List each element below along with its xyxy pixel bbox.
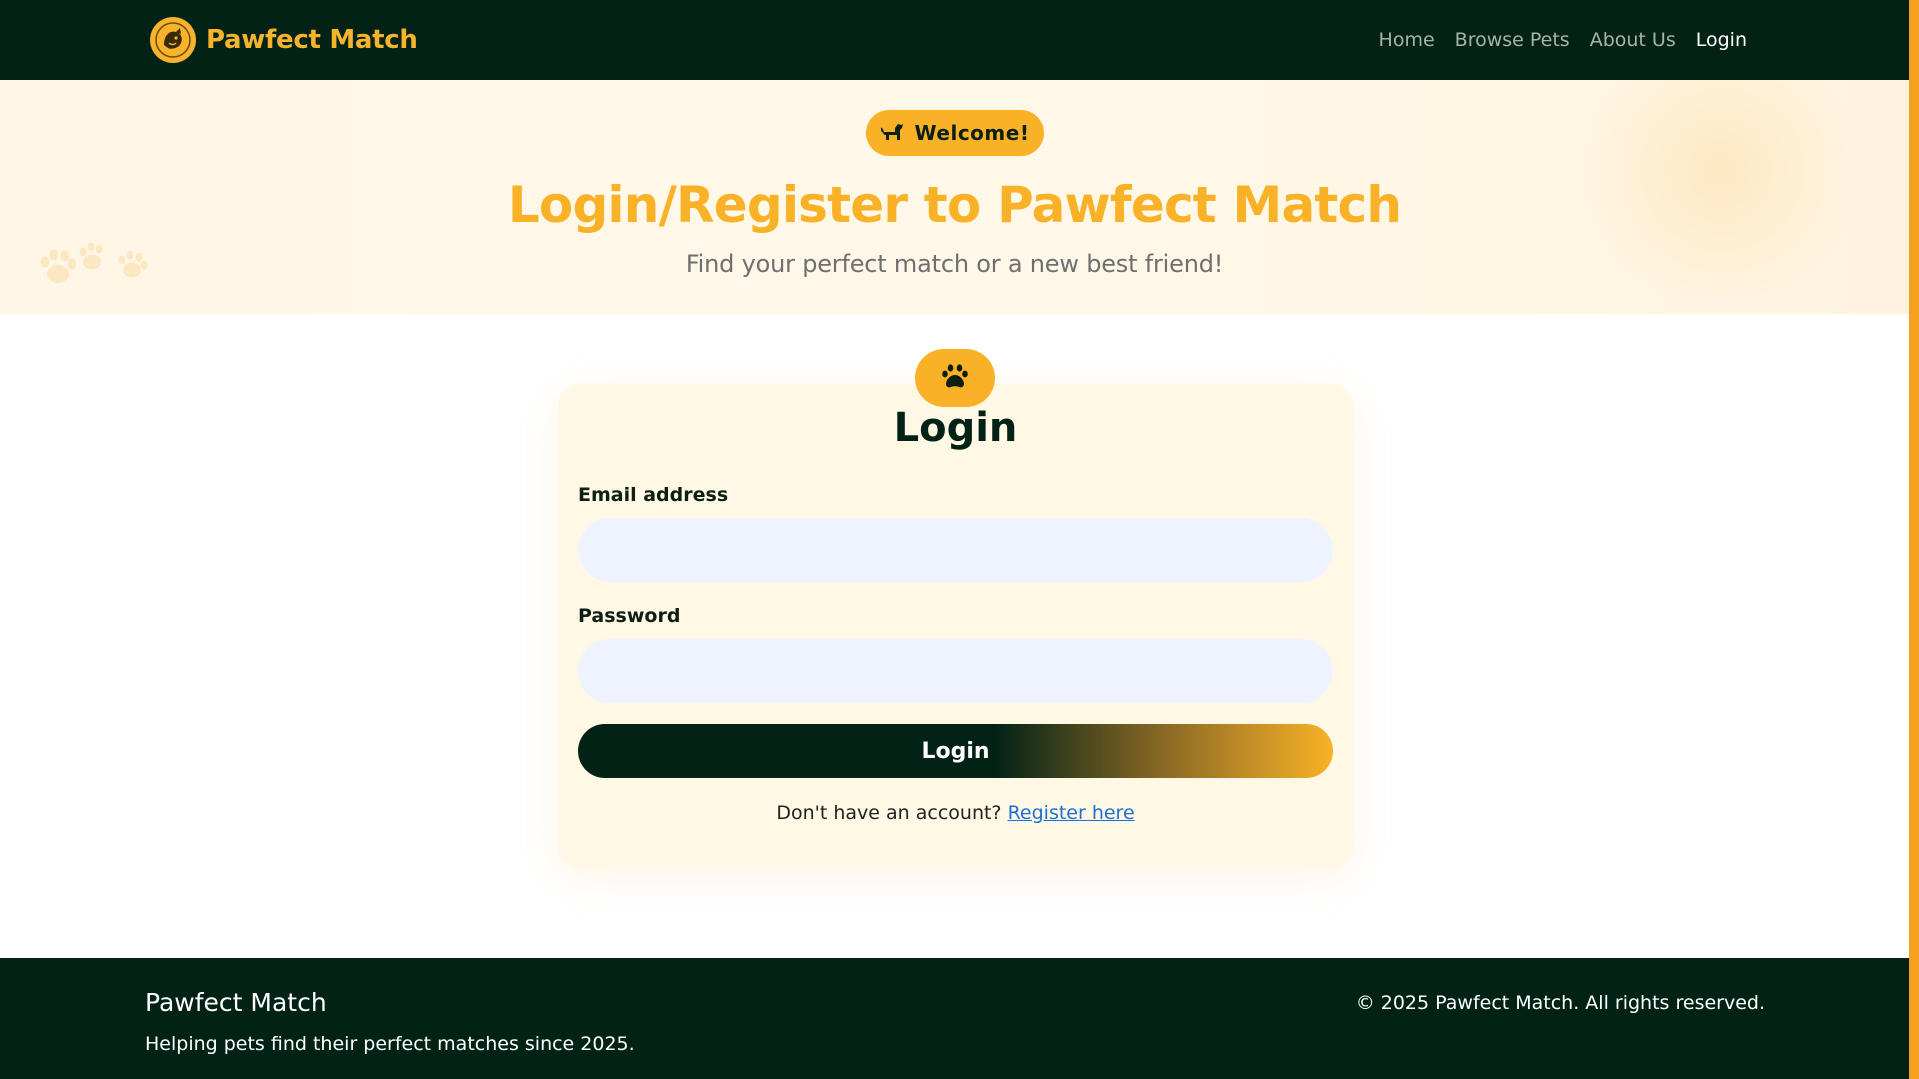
footer-brand: Pawfect Match — [145, 988, 327, 1017]
site-footer: Pawfect Match Helping pets find their pe… — [0, 958, 1909, 1079]
brand-name: Pawfect Match — [206, 25, 418, 55]
register-prompt: Don't have an account? Register here — [558, 802, 1353, 824]
register-link[interactable]: Register here — [1008, 802, 1135, 824]
nav-link-home[interactable]: Home — [1369, 29, 1445, 51]
footer-tagline: Helping pets find their perfect matches … — [145, 1033, 635, 1055]
login-card-badge — [915, 349, 995, 407]
hero-section: Welcome! Login/Register to Pawfect Match… — [0, 80, 1909, 314]
email-label: Email address — [578, 484, 729, 506]
dog-icon — [879, 120, 905, 147]
footer-copyright: © 2025 Pawfect Match. All rights reserve… — [1355, 992, 1765, 1014]
brand-link[interactable]: Pawfect Match — [150, 16, 418, 64]
welcome-badge-label: Welcome! — [914, 121, 1030, 145]
nav-link-login[interactable]: Login — [1686, 29, 1757, 51]
nav-link-about-us[interactable]: About Us — [1580, 29, 1686, 51]
email-field[interactable] — [578, 518, 1333, 582]
top-navbar: Pawfect Match Home Browse Pets About Us … — [0, 0, 1909, 80]
paw-icon — [941, 363, 969, 394]
password-field[interactable] — [578, 639, 1333, 703]
password-label: Password — [578, 605, 681, 627]
nav-links: Home Browse Pets About Us Login — [1369, 0, 1757, 80]
page-scrollbar[interactable] — [1909, 0, 1919, 1079]
page-title: Login/Register to Pawfect Match — [507, 176, 1402, 234]
nav-link-browse-pets[interactable]: Browse Pets — [1445, 29, 1580, 51]
register-prompt-text: Don't have an account? — [776, 802, 1002, 824]
page-subtitle: Find your perfect match or a new best fr… — [685, 250, 1224, 278]
login-submit-button[interactable]: Login — [578, 724, 1333, 778]
login-card-title: Login — [893, 405, 1018, 451]
dog-logo-icon — [150, 17, 196, 63]
welcome-badge: Welcome! — [866, 110, 1044, 156]
login-card: Login Email address Password Login Don't… — [558, 384, 1353, 868]
